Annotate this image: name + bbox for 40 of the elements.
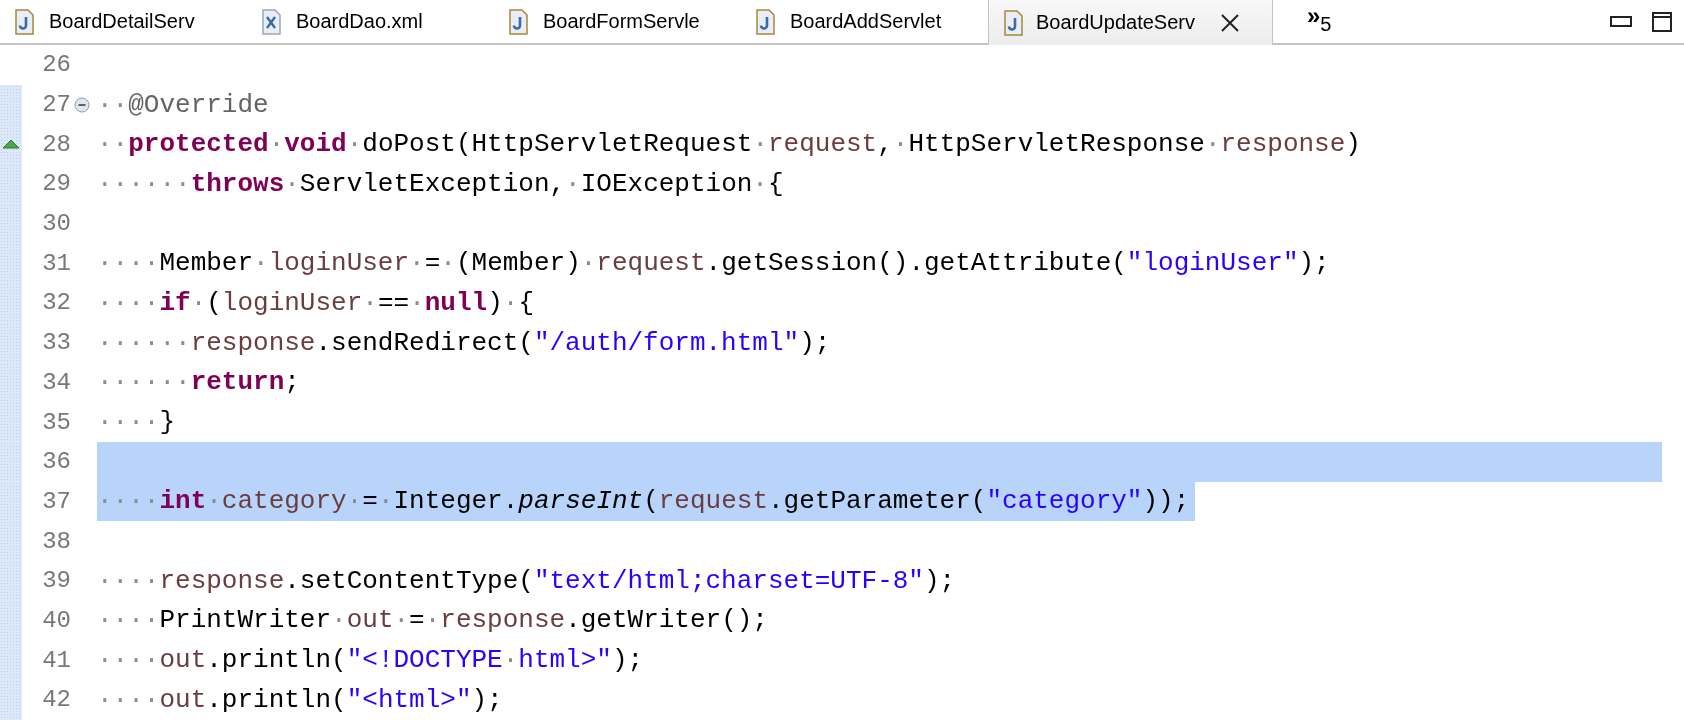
override-marker-icon[interactable] [2,139,20,150]
java-file-icon [1003,9,1024,36]
code-line: ······throws·ServletException,·IOException·{ [97,167,785,201]
line-number: 26 [41,51,71,79]
line-number: 41 [41,646,71,674]
line-number: 36 [41,448,71,476]
code-line: ····Member·loginUser·=·(Member)·request.getSession().getAttribute("loginUser"); [97,247,1331,281]
line-number: 39 [41,567,71,595]
code-line: ··@Override [97,88,270,122]
line-number: 27 [41,91,71,119]
code-line: ····PrintWriter·out·=·response.getWriter(); [97,604,769,638]
line-number: 40 [41,606,71,634]
code-line: ······return; [97,366,301,400]
code-line: ····out.println("<!DOCTYPE·html>"); [97,644,645,678]
code-line: ····} [97,406,177,440]
line-number: 28 [41,130,71,158]
line-number: 32 [41,289,71,317]
line-number: 35 [41,408,71,436]
line-number: 38 [41,527,71,555]
maximize-icon[interactable] [1652,11,1672,32]
line-number: 31 [41,249,71,277]
editor-tab[interactable]: BoardUpdateServ [988,0,1273,45]
minimize-icon[interactable] [1610,15,1632,28]
code-line: ··protected·void·doPost(HttpServletRequest·request,·HttpServletResponse·response) [97,128,1362,162]
line-number: 30 [41,210,71,238]
line-number: 29 [41,170,71,198]
java-file-icon [755,8,776,35]
java-file-icon [508,8,529,35]
code-line: ······response.sendRedirect("/auth/form.html"); [97,326,832,360]
java-file-icon [14,8,35,35]
xml-file-icon [261,8,282,35]
line-number: 37 [41,487,71,515]
collapse-icon[interactable] [74,96,90,113]
line-number: 42 [41,686,71,714]
close-icon[interactable] [1221,13,1239,32]
line-number: 34 [41,368,71,396]
code-line: ····response.setContentType("text/html;charset=UTF-8"); [97,564,957,598]
line-number: 33 [41,329,71,357]
code-line: ····if·(loginUser·==·null)·{ [97,286,535,320]
code-line: ····out.println("<html>"); [97,683,504,717]
